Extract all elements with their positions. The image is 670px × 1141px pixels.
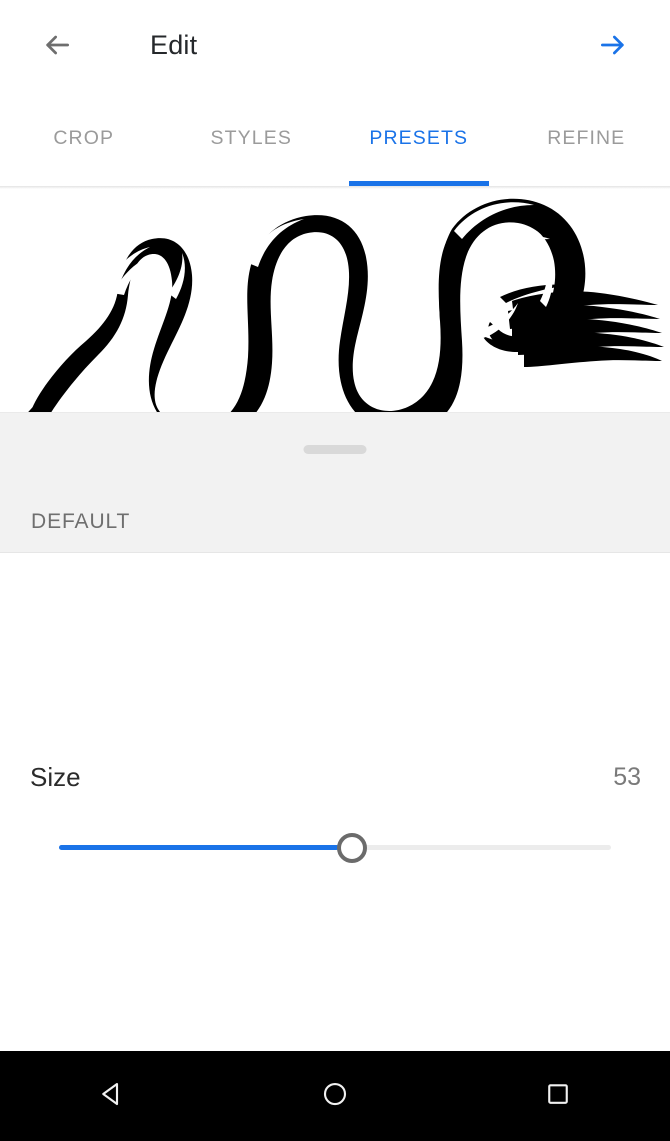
arrow-right-icon bbox=[597, 29, 629, 66]
tab-presets[interactable]: PRESETS bbox=[335, 96, 503, 186]
drag-handle-pill[interactable] bbox=[303, 445, 367, 454]
tab-label: PRESETS bbox=[369, 127, 469, 149]
android-back-triangle-icon bbox=[97, 1079, 127, 1114]
tab-styles[interactable]: STYLES bbox=[168, 96, 336, 186]
tab-label: STYLES bbox=[210, 127, 292, 149]
nav-back-button[interactable] bbox=[0, 1051, 223, 1141]
nav-home-button[interactable] bbox=[223, 1051, 446, 1141]
app-header: Edit bbox=[0, 0, 670, 96]
image-preview-canvas[interactable] bbox=[0, 189, 670, 412]
tab-bar: CROP STYLES PRESETS REFINE bbox=[0, 96, 670, 186]
tab-label: CROP bbox=[53, 127, 115, 149]
size-label: Size bbox=[30, 762, 81, 792]
app-screen: Edit CROP STYLES PRESETS REFINE DEFAULT … bbox=[0, 0, 670, 1141]
android-navigation-bar bbox=[0, 1051, 670, 1141]
nav-recents-button[interactable] bbox=[447, 1051, 670, 1141]
size-slider-section: Size 53 bbox=[0, 745, 670, 875]
android-home-circle-icon bbox=[320, 1079, 350, 1114]
arrow-left-icon bbox=[41, 29, 73, 66]
slider-thumb[interactable] bbox=[336, 833, 367, 863]
back-button[interactable] bbox=[31, 21, 83, 73]
tab-refine[interactable]: REFINE bbox=[503, 96, 670, 186]
tab-label: REFINE bbox=[547, 127, 626, 149]
forward-button[interactable] bbox=[587, 21, 639, 73]
preset-bottom-sheet[interactable]: DEFAULT bbox=[0, 412, 670, 553]
android-recents-square-icon bbox=[543, 1079, 573, 1114]
slider-fill bbox=[59, 845, 339, 850]
tab-crop[interactable]: CROP bbox=[0, 96, 168, 186]
size-slider[interactable] bbox=[59, 831, 611, 865]
preset-label: DEFAULT bbox=[31, 510, 131, 533]
page-title: Edit bbox=[150, 30, 198, 60]
brush-stroke-snake-artwork bbox=[28, 198, 664, 412]
size-value: 53 bbox=[613, 763, 641, 791]
